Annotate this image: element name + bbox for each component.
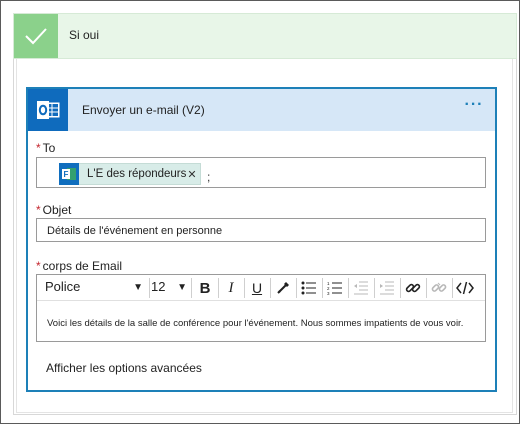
font-size-dropdown[interactable]: 12 ▼ xyxy=(151,279,187,297)
toolbar-divider xyxy=(244,278,245,298)
subject-label: * Objet xyxy=(36,203,71,217)
numbered-list-icon[interactable]: 1 2 3 xyxy=(324,278,346,298)
recipient-separator: ; xyxy=(207,170,211,184)
toolbar-divider xyxy=(400,278,401,298)
toolbar-divider xyxy=(270,278,271,298)
subject-value: Détails de l'événement en personne xyxy=(47,225,223,237)
outlook-icon xyxy=(28,89,68,131)
to-label: * To xyxy=(36,141,55,155)
bullet-list-icon[interactable] xyxy=(298,278,320,298)
check-icon xyxy=(14,14,58,58)
code-view-icon[interactable] xyxy=(454,278,476,298)
required-mark: * xyxy=(36,203,41,217)
action-title: Envoyer un e-mail (V2) xyxy=(82,103,205,117)
more-options-icon[interactable]: ··· xyxy=(461,97,487,119)
remove-token-icon[interactable]: ✕ xyxy=(187,168,196,181)
link-icon[interactable] xyxy=(402,278,424,298)
toolbar-divider xyxy=(218,278,219,298)
body-label: * corps de Email xyxy=(36,259,122,273)
decrease-indent-icon[interactable] xyxy=(350,278,372,298)
condition-branch-header[interactable]: Si oui xyxy=(13,13,517,59)
toolbar-divider xyxy=(296,278,297,298)
chevron-down-icon: ▼ xyxy=(177,282,187,293)
font-size-value: 12 xyxy=(151,279,166,294)
send-email-action-card: Envoyer un e-mail (V2) ··· * To F L'E des… xyxy=(26,87,497,392)
toolbar-divider xyxy=(374,278,375,298)
underline-icon[interactable]: U xyxy=(246,278,268,298)
subject-label-text: Objet xyxy=(42,203,72,217)
increase-indent-icon[interactable] xyxy=(376,278,398,298)
toolbar-divider xyxy=(348,278,349,298)
dynamic-content-token[interactable]: F L'E des répondeurs ✕ xyxy=(59,163,201,185)
action-card-header[interactable]: Envoyer un e-mail (V2) ··· xyxy=(28,89,495,131)
to-label-text: To xyxy=(42,141,56,155)
toolbar-divider xyxy=(191,278,192,298)
branch-title: Si oui xyxy=(69,28,100,42)
body-value: Voici les détails de la salle de confére… xyxy=(47,318,464,329)
toolbar-divider xyxy=(426,278,427,298)
token-label: L'E des répondeurs xyxy=(87,168,187,180)
show-advanced-options-link[interactable]: Afficher les options avancées xyxy=(46,361,202,375)
required-mark: * xyxy=(36,141,41,155)
toolbar-divider xyxy=(149,278,150,298)
svg-text:3: 3 xyxy=(327,291,330,295)
subject-field[interactable]: Détails de l'événement en personne xyxy=(36,218,486,242)
font-family-value: Police xyxy=(45,279,81,294)
font-family-dropdown[interactable]: Police ▼ xyxy=(45,279,143,297)
to-field[interactable]: F L'E des répondeurs ✕ ; xyxy=(36,157,486,188)
designer-canvas: Si oui Envoyer un e-mail (V2) ··· * To F… xyxy=(0,0,520,424)
italic-icon[interactable]: I xyxy=(220,278,242,298)
bold-icon[interactable]: B xyxy=(194,278,216,298)
body-label-text: corps de Email xyxy=(42,259,123,273)
chevron-down-icon: ▼ xyxy=(133,282,143,293)
body-editor[interactable]: Police ▼ 12 ▼ B I U 1 2 3 Voici les déta… xyxy=(36,274,486,342)
svg-text:F: F xyxy=(64,170,69,179)
required-mark: * xyxy=(36,259,41,273)
font-color-icon[interactable] xyxy=(272,278,294,298)
unlink-icon[interactable] xyxy=(428,278,450,298)
toolbar-divider xyxy=(452,278,453,298)
forms-icon: F xyxy=(59,163,79,185)
rich-text-toolbar: Police ▼ 12 ▼ B I U 1 2 3 xyxy=(37,275,485,301)
toolbar-divider xyxy=(322,278,323,298)
